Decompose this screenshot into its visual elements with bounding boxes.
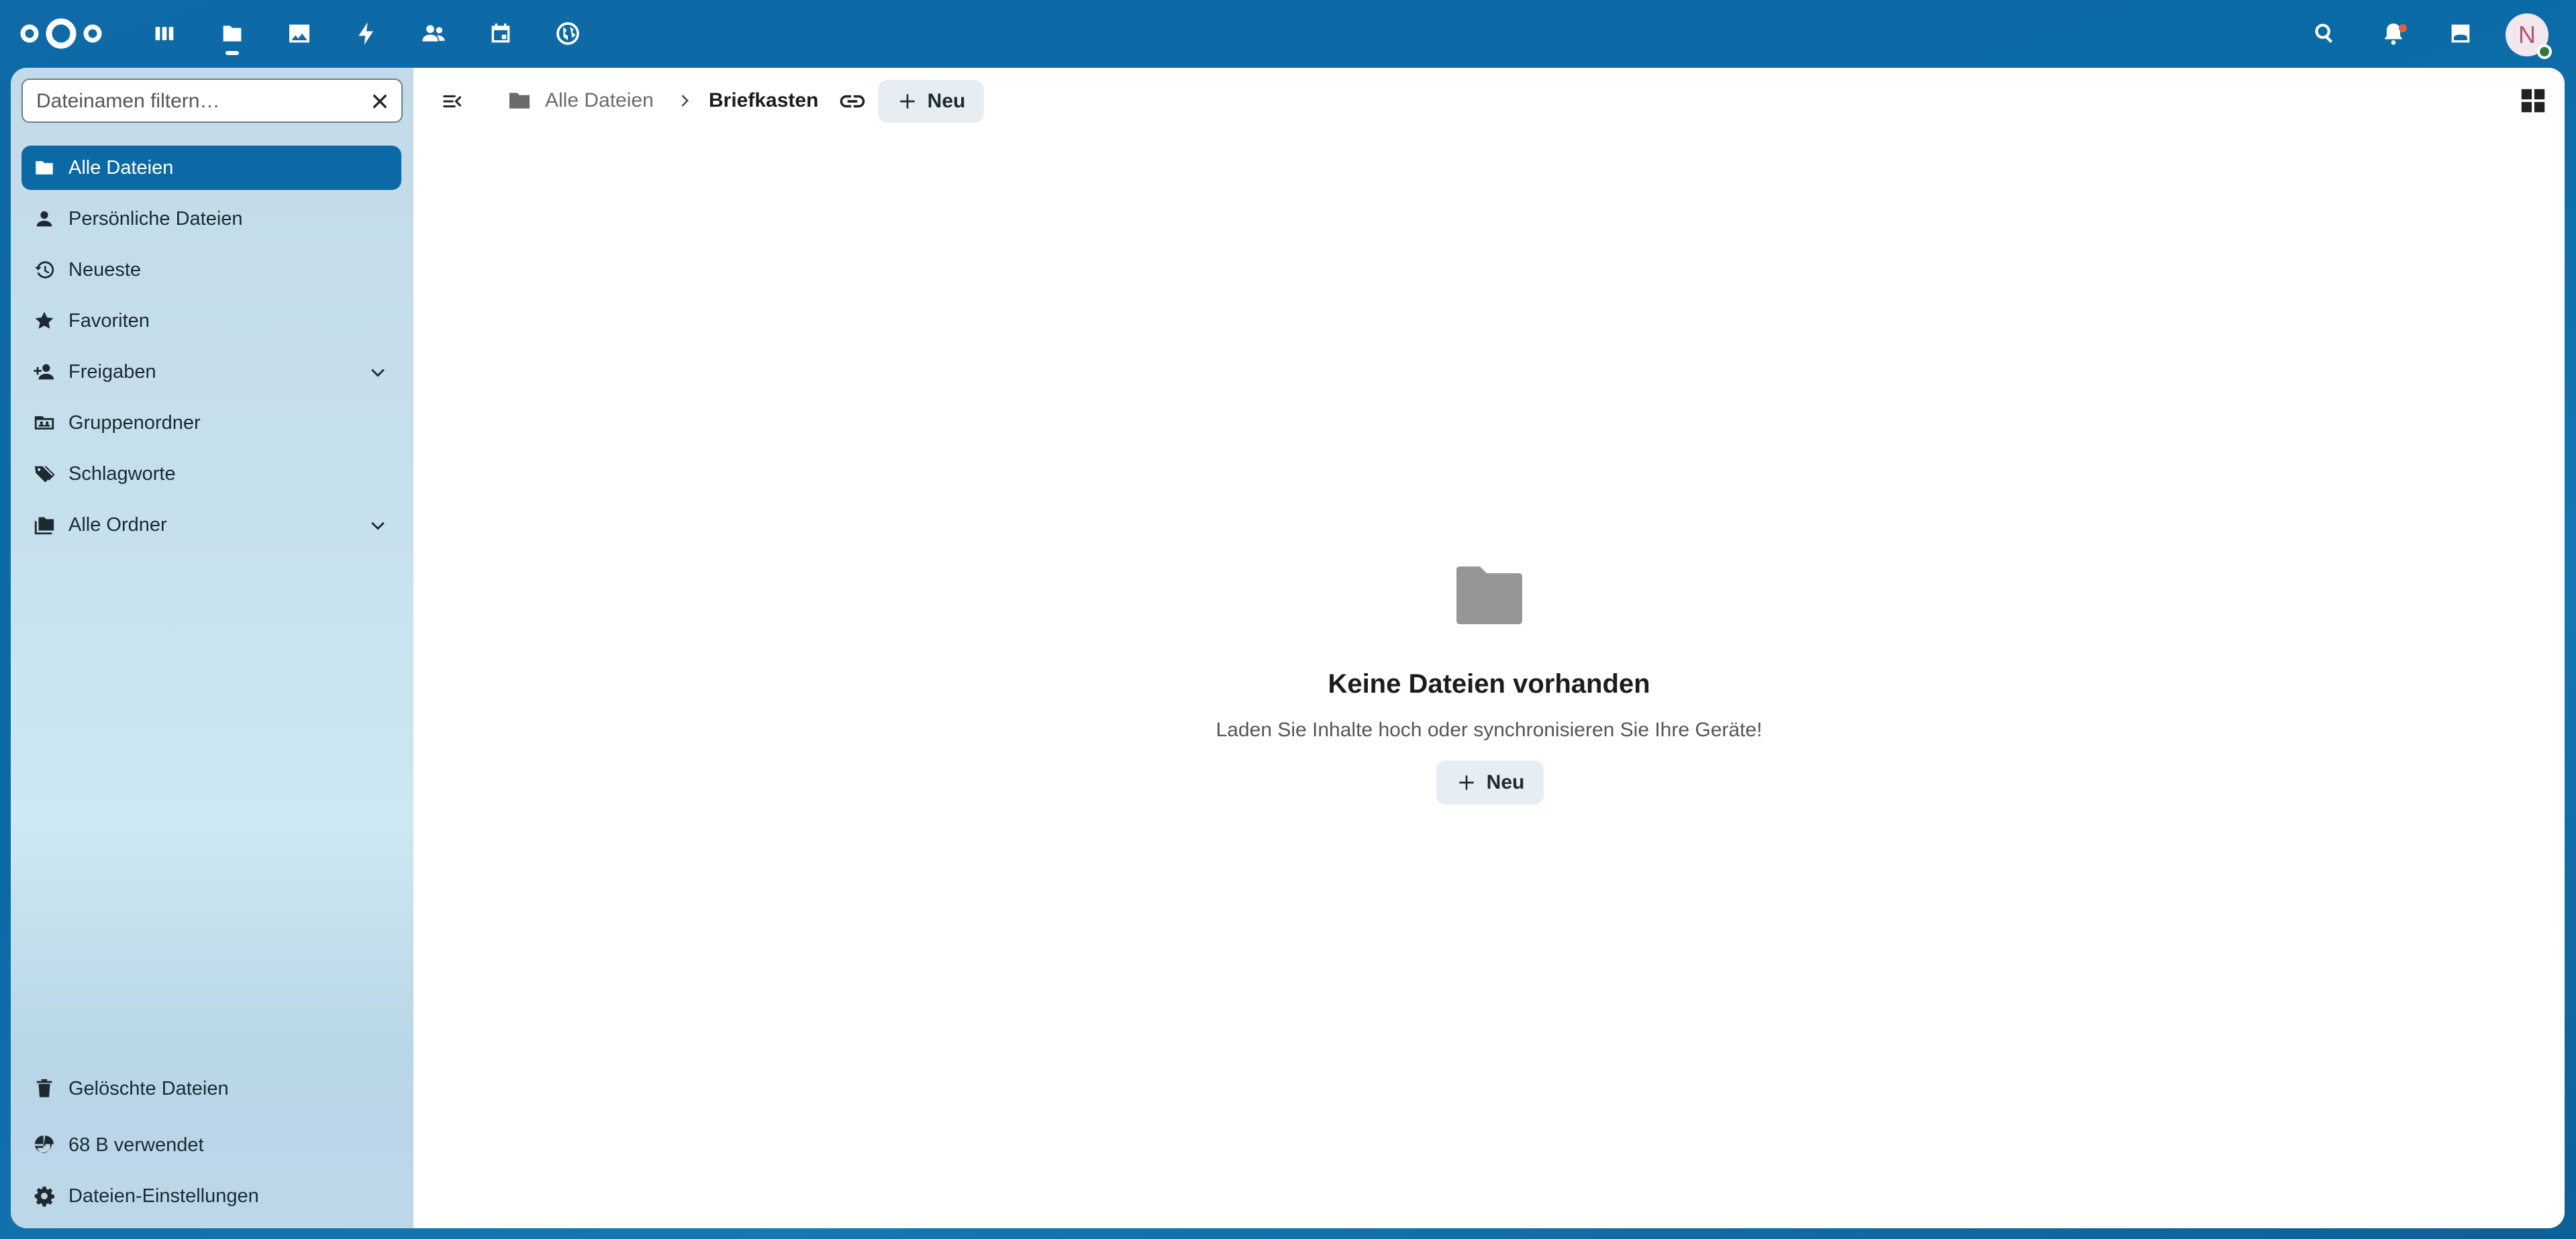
activity-icon[interactable] — [349, 16, 384, 51]
empty-folder-icon — [1456, 566, 1522, 624]
quota-label: 68 B verwendet — [68, 1134, 204, 1156]
chevron-down-icon[interactable] — [366, 513, 389, 536]
sidebar-item-schlagworte[interactable]: Schlagworte — [21, 452, 401, 496]
active-app-indicator — [226, 51, 239, 55]
plus-icon — [1458, 775, 1474, 790]
link-icon[interactable] — [838, 87, 867, 116]
plus-icon — [899, 94, 915, 109]
sidebar-item-freigaben[interactable]: Freigaben — [21, 350, 401, 394]
sidebar-toggle-icon[interactable] — [438, 87, 467, 116]
sidebar-item-alle-dateien[interactable]: Alle Dateien — [21, 146, 401, 190]
folder-icon[interactable] — [506, 87, 533, 114]
folders-icon — [31, 511, 58, 538]
main-content: Alle Dateien Briefkasten Neu Keine Datei… — [413, 68, 2565, 1228]
notification-badge — [2399, 24, 2407, 32]
folder-icon — [31, 154, 58, 181]
sidebar-item-label: Neueste — [68, 258, 142, 281]
sidebar-item-gruppenordner[interactable]: Gruppenordner — [21, 401, 401, 445]
breadcrumb-briefkasten[interactable]: Briefkasten — [709, 89, 818, 112]
person-icon — [31, 205, 58, 232]
empty-description: Laden Sie Inhalte hoch oder synchronisie… — [1216, 719, 1763, 741]
sidebar-item-label: Persönliche Dateien — [68, 207, 243, 230]
sidebar: Alle Dateien Persönliche Dateien Neueste… — [11, 68, 413, 1228]
sidebar-item-favoriten[interactable]: Favoriten — [21, 299, 401, 343]
nextcloud-logo-icon[interactable] — [19, 15, 103, 52]
breadcrumb-alle-dateien[interactable]: Alle Dateien — [545, 89, 654, 112]
grid-view-icon[interactable] — [2518, 85, 2548, 116]
contacts-menu-icon[interactable] — [2443, 16, 2478, 51]
group-folder-icon — [31, 409, 58, 436]
dashboard-icon[interactable] — [147, 16, 182, 51]
sidebar-item-neueste[interactable]: Neueste — [21, 248, 401, 292]
chevron-right-icon — [681, 95, 689, 107]
sidebar-item-label: Alle Ordner — [68, 513, 167, 536]
history-icon — [31, 256, 58, 283]
photos-icon[interactable] — [282, 16, 317, 51]
filter-input[interactable] — [35, 85, 353, 117]
star-icon — [31, 307, 58, 334]
sidebar-item-label: Alle Dateien — [68, 156, 174, 179]
tag-icon — [31, 460, 58, 487]
filter-field — [21, 79, 403, 123]
notifications-icon[interactable] — [2376, 16, 2411, 51]
sidebar-item-label: Schlagworte — [68, 462, 176, 485]
pie-chart-icon — [31, 1132, 58, 1158]
gear-icon — [31, 1183, 58, 1209]
sidebar-item-alle-ordner[interactable]: Alle Ordner — [21, 503, 401, 547]
sidebar-item-label: Freigaben — [68, 360, 156, 383]
app-frame: Alle Dateien Persönliche Dateien Neueste… — [11, 68, 2565, 1228]
search-icon[interactable] — [2308, 16, 2342, 51]
files-icon[interactable] — [215, 16, 250, 51]
trash-icon — [31, 1075, 58, 1102]
sidebar-item-settings[interactable]: Dateien-Einstellungen — [21, 1174, 401, 1218]
new-button[interactable]: Neu — [878, 80, 984, 123]
sidebar-item-label: Favoriten — [68, 309, 150, 332]
sidebar-item-label: Gruppenordner — [68, 411, 201, 434]
chevron-down-icon[interactable] — [366, 360, 389, 383]
new-button-label: Neu — [927, 90, 966, 112]
quota-item[interactable]: 68 B verwendet — [21, 1123, 401, 1167]
trash-label: Gelöschte Dateien — [68, 1077, 229, 1099]
settings-label: Dateien-Einstellungen — [68, 1185, 259, 1207]
contacts-icon[interactable] — [416, 16, 451, 51]
calendar-icon[interactable] — [483, 16, 518, 51]
empty-new-button-label: Neu — [1486, 771, 1525, 793]
status-indicator — [2537, 44, 2552, 59]
sidebar-item-trash[interactable]: Gelöschte Dateien — [21, 1067, 401, 1111]
web-icon[interactable] — [550, 16, 585, 51]
share-icon — [31, 358, 58, 385]
empty-new-button[interactable]: Neu — [1436, 760, 1544, 805]
sidebar-item-persoenliche-dateien[interactable]: Persönliche Dateien — [21, 197, 401, 241]
header-bar: N — [0, 0, 2576, 67]
close-icon[interactable] — [366, 88, 393, 115]
empty-title: Keine Dateien vorhanden — [1328, 669, 1650, 699]
